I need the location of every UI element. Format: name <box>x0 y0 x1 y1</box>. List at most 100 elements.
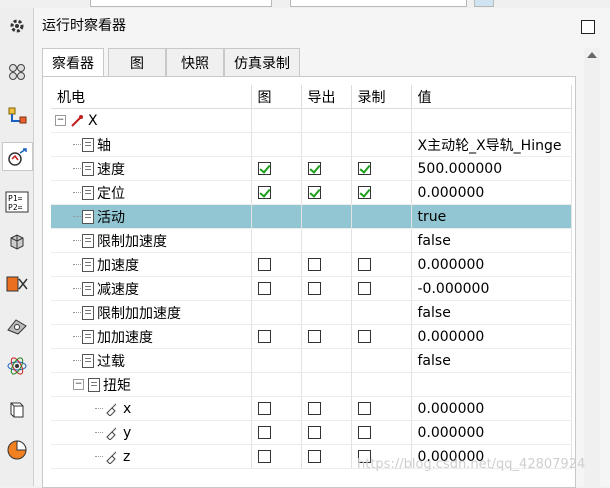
value-cell[interactable] <box>411 108 572 133</box>
col-header-graph[interactable]: 图 <box>251 85 302 109</box>
graph-cell <box>251 132 302 157</box>
vertical-scrollbar[interactable] <box>584 48 600 486</box>
table-row[interactable]: y 0.000000 <box>51 420 572 445</box>
graph-checkbox[interactable] <box>257 330 271 343</box>
tab-graph[interactable]: 图 <box>108 48 166 76</box>
name-cell[interactable]: z <box>51 444 252 469</box>
pie-chart-icon[interactable] <box>3 436 30 463</box>
value-cell[interactable]: false <box>411 348 572 373</box>
table-row[interactable]: 速度 500.000000 <box>51 156 572 181</box>
graph-checkbox[interactable] <box>257 282 271 295</box>
record-cell <box>351 372 412 397</box>
graph-checkbox[interactable] <box>257 162 271 175</box>
table-row[interactable]: 活动 true <box>51 204 572 229</box>
record-checkbox[interactable] <box>357 282 371 295</box>
name-cell[interactable]: 活动 <box>51 204 252 229</box>
name-cell[interactable]: 轴 <box>51 132 252 157</box>
part-icon[interactable] <box>3 228 30 255</box>
tab-sim-recording[interactable]: 仿真录制 <box>224 48 300 76</box>
name-cell[interactable]: 减速度 <box>51 276 252 301</box>
collision-icon[interactable] <box>3 270 30 297</box>
export-checkbox[interactable] <box>307 402 321 415</box>
record-checkbox[interactable] <box>357 258 371 271</box>
col-header-export[interactable]: 导出 <box>301 85 352 109</box>
graph-checkbox[interactable] <box>257 450 271 463</box>
name-cell[interactable]: − 扭矩 <box>51 372 252 397</box>
svg-text:P1=: P1= <box>8 194 23 203</box>
sensor-icon[interactable] <box>3 312 30 339</box>
table-row[interactable]: − X <box>51 108 572 133</box>
assembly-icon[interactable] <box>3 58 30 85</box>
constraint-icon[interactable] <box>3 102 30 129</box>
table-row[interactable]: 减速度 -0.000000 <box>51 276 572 301</box>
col-header-record[interactable]: 录制 <box>351 85 412 109</box>
table-row[interactable]: 加加速度 0.000000 <box>51 324 572 349</box>
record-checkbox[interactable] <box>357 426 371 439</box>
toolbar-field[interactable] <box>290 0 467 7</box>
export-checkbox[interactable] <box>307 426 321 439</box>
book-icon[interactable] <box>3 396 30 423</box>
value-cell[interactable]: 500.000000 <box>411 156 572 181</box>
value-cell[interactable]: -0.000000 <box>411 276 572 301</box>
runtime-viewer-icon[interactable] <box>2 142 33 171</box>
name-cell[interactable]: y <box>51 420 252 445</box>
name-cell[interactable]: 加速度 <box>51 252 252 277</box>
name-cell[interactable]: x <box>51 396 252 421</box>
value-cell[interactable]: 0.000000 <box>411 420 572 445</box>
tab-snapshot[interactable]: 快照 <box>166 48 224 76</box>
table-row[interactable]: 限制加速度 false <box>51 228 572 253</box>
row-label: 减速度 <box>97 281 139 298</box>
table-row[interactable]: − 扭矩 <box>51 372 572 397</box>
maximize-icon[interactable] <box>581 20 595 34</box>
col-header-value[interactable]: 值 <box>411 85 572 109</box>
export-checkbox[interactable] <box>307 450 321 463</box>
value-cell[interactable]: false <box>411 228 572 253</box>
table-row[interactable]: 加速度 0.000000 <box>51 252 572 277</box>
collapse-icon[interactable]: − <box>73 379 84 390</box>
table-row[interactable]: 限制加加速度 false <box>51 300 572 325</box>
name-cell[interactable]: 速度 <box>51 156 252 181</box>
record-checkbox[interactable] <box>357 186 371 199</box>
value-cell[interactable]: true <box>411 204 572 229</box>
value-cell[interactable]: X主动轮_X导轨_Hinge <box>411 132 572 157</box>
record-checkbox[interactable] <box>357 330 371 343</box>
table-row[interactable]: 定位 0.000000 <box>51 180 572 205</box>
graph-checkbox[interactable] <box>257 426 271 439</box>
value-cell[interactable]: false <box>411 300 572 325</box>
property-icon <box>82 209 94 224</box>
graph-checkbox[interactable] <box>257 258 271 271</box>
name-cell[interactable]: 加加速度 <box>51 324 252 349</box>
export-checkbox[interactable] <box>307 330 321 343</box>
scroll-up-icon[interactable] <box>587 52 597 58</box>
name-cell[interactable]: 过载 <box>51 348 252 373</box>
table-row[interactable]: 轴 X主动轮_X导轨_Hinge <box>51 132 572 157</box>
export-checkbox[interactable] <box>307 186 321 199</box>
toolbar-field[interactable] <box>90 0 272 7</box>
value-cell[interactable]: 0.000000 <box>411 180 572 205</box>
export-checkbox[interactable] <box>307 162 321 175</box>
name-cell[interactable]: − X <box>51 108 252 133</box>
collapse-icon[interactable]: − <box>55 115 66 126</box>
graph-checkbox[interactable] <box>257 186 271 199</box>
toolbar-button[interactable] <box>474 0 494 7</box>
name-cell[interactable]: 限制加速度 <box>51 228 252 253</box>
name-cell[interactable]: 限制加加速度 <box>51 300 252 325</box>
table-row[interactable]: 过载 false <box>51 348 572 373</box>
export-checkbox[interactable] <box>307 282 321 295</box>
tree-connector <box>73 240 81 241</box>
name-cell[interactable]: 定位 <box>51 180 252 205</box>
parameters-icon[interactable]: P1= P2= <box>3 188 30 215</box>
value-cell[interactable]: 0.000000 <box>411 324 572 349</box>
col-header-mechatronics[interactable]: 机电 <box>51 85 252 109</box>
export-checkbox[interactable] <box>307 258 321 271</box>
value-cell[interactable]: 0.000000 <box>411 396 572 421</box>
value-cell[interactable]: 0.000000 <box>411 252 572 277</box>
value-cell[interactable] <box>411 372 572 397</box>
record-checkbox[interactable] <box>357 162 371 175</box>
record-checkbox[interactable] <box>357 402 371 415</box>
gear-icon[interactable] <box>3 12 30 39</box>
table-row[interactable]: x 0.000000 <box>51 396 572 421</box>
tab-viewer[interactable]: 察看器 <box>42 48 104 77</box>
physics-icon[interactable] <box>3 352 30 379</box>
graph-checkbox[interactable] <box>257 402 271 415</box>
